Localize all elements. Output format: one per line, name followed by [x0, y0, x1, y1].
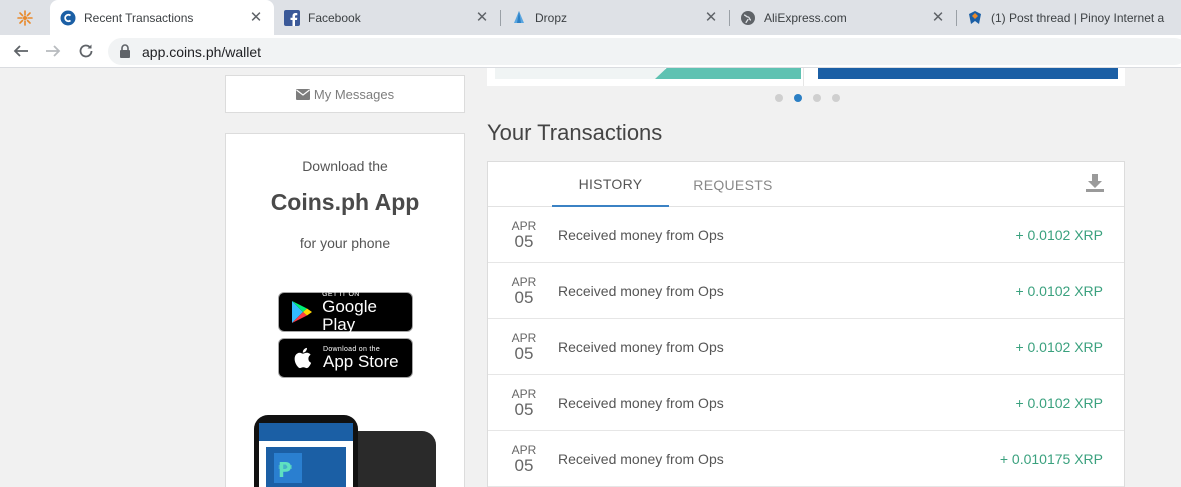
carousel-dot[interactable]: [775, 94, 783, 102]
carousel-dots: [775, 94, 840, 102]
pinned-tab-icon: [17, 9, 33, 26]
tab-recent-transactions[interactable]: Recent Transactions ✕: [50, 0, 274, 35]
envelope-icon: [295, 88, 310, 100]
coins-favicon-icon: [60, 10, 76, 26]
transactions-heading: Your Transactions: [487, 120, 663, 145]
transaction-amount: + 0.0102 XRP: [1015, 227, 1103, 243]
google-play-button[interactable]: GET IT ON Google Play: [278, 291, 413, 334]
transaction-day: 05: [514, 344, 534, 363]
transaction-description: Received money from Ops: [558, 227, 724, 243]
app-store-big-text: App Store: [323, 351, 399, 371]
tab-title: (1) Post thread | Pinoy Internet a: [991, 10, 1165, 25]
tab-close-icon[interactable]: ✕: [474, 9, 490, 26]
app-store-button[interactable]: Download on the App Store: [278, 338, 413, 378]
transaction-day: 05: [514, 400, 534, 419]
forward-arrow-icon: [46, 45, 61, 57]
browser-toolbar: app.coins.ph/wallet: [0, 35, 1181, 68]
promo-carousel[interactable]: [487, 68, 1125, 86]
lock-icon: [120, 44, 130, 58]
tab-aliexpress[interactable]: AliExpress.com ✕: [730, 0, 956, 35]
my-messages-label: My Messages: [313, 86, 395, 102]
tab-title: AliExpress.com: [764, 10, 847, 25]
transaction-row[interactable]: APR 05 Received money from Ops + 0.0102 …: [488, 319, 1124, 375]
pinned-tab[interactable]: [0, 0, 50, 35]
transaction-row[interactable]: APR 05 Received money from Ops + 0.01017…: [488, 431, 1124, 487]
tab-title: Recent Transactions: [84, 10, 194, 25]
back-arrow-icon: [13, 45, 28, 57]
transaction-day: 05: [514, 288, 534, 307]
forum-favicon-icon: [967, 10, 983, 26]
transactions-panel: HISTORY REQUESTS APR 05 Received money f…: [487, 161, 1125, 487]
carousel-dot[interactable]: [813, 94, 821, 102]
tab-requests[interactable]: REQUESTS: [673, 162, 793, 207]
svg-text:₱: ₱: [278, 458, 292, 482]
reload-button[interactable]: [74, 39, 98, 63]
phone-mockup-image: ₱: [254, 415, 436, 487]
download-app-name: Coins.ph App: [270, 189, 420, 215]
transaction-row[interactable]: APR 05 Received money from Ops + 0.0102 …: [488, 207, 1124, 263]
tab-pinoy-internet[interactable]: (1) Post thread | Pinoy Internet a: [957, 0, 1181, 35]
promo-slide-2[interactable]: [818, 68, 1118, 79]
transaction-month: APR: [511, 443, 537, 457]
transaction-row[interactable]: APR 05 Received money from Ops + 0.0102 …: [488, 263, 1124, 319]
tab-close-icon[interactable]: ✕: [703, 9, 719, 26]
tab-dropz[interactable]: Dropz ✕: [501, 0, 729, 35]
page-content: My Messages Download the Coins.ph App fo…: [0, 68, 1181, 487]
address-bar[interactable]: app.coins.ph/wallet: [108, 38, 1181, 65]
dropz-favicon-icon: [511, 10, 527, 26]
transaction-day: 05: [514, 232, 534, 251]
tab-history[interactable]: HISTORY: [552, 162, 669, 207]
browser-tab-bar: Recent Transactions ✕ Facebook ✕ Dropz ✕…: [0, 0, 1181, 35]
transaction-description: Received money from Ops: [558, 395, 724, 411]
tab-close-icon[interactable]: ✕: [248, 9, 264, 26]
url-text: app.coins.ph/wallet: [142, 44, 262, 60]
transaction-month: APR: [511, 275, 537, 289]
globe-icon: [740, 10, 756, 26]
transaction-amount: + 0.010175 XRP: [999, 451, 1103, 467]
tab-close-icon[interactable]: ✕: [930, 9, 946, 26]
transaction-month: APR: [511, 387, 537, 401]
transaction-month: APR: [511, 331, 537, 345]
transaction-row[interactable]: APR 05 Received money from Ops + 0.0102 …: [488, 375, 1124, 431]
my-messages-button[interactable]: My Messages: [225, 75, 465, 113]
back-button[interactable]: [9, 39, 33, 63]
transaction-description: Received money from Ops: [558, 283, 724, 299]
carousel-dot[interactable]: [832, 94, 840, 102]
download-icon[interactable]: [1085, 173, 1105, 198]
transaction-amount: + 0.0102 XRP: [1015, 339, 1103, 355]
download-line3: for your phone: [299, 235, 391, 251]
reload-icon: [79, 44, 93, 58]
transaction-month: APR: [511, 219, 537, 233]
tab-title: Facebook: [308, 10, 361, 25]
transaction-description: Received money from Ops: [558, 339, 724, 355]
download-app-card: Download the Coins.ph App for your phone…: [225, 133, 465, 487]
forward-button[interactable]: [41, 39, 65, 63]
transaction-description: Received money from Ops: [558, 451, 724, 467]
download-line1: Download the: [302, 158, 388, 174]
tab-title: Dropz: [535, 10, 568, 25]
transaction-amount: + 0.0102 XRP: [1015, 395, 1103, 411]
carousel-dot-active[interactable]: [794, 94, 802, 102]
apple-icon: [287, 346, 317, 370]
google-play-icon: [287, 300, 316, 324]
google-play-big-text: Google Play: [322, 296, 377, 334]
transaction-day: 05: [514, 456, 534, 475]
transactions-tabs: HISTORY REQUESTS: [488, 162, 1124, 207]
facebook-favicon-icon: [284, 9, 300, 26]
tab-facebook[interactable]: Facebook ✕: [274, 0, 500, 35]
transaction-amount: + 0.0102 XRP: [1015, 283, 1103, 299]
promo-slide-1[interactable]: [495, 68, 801, 79]
